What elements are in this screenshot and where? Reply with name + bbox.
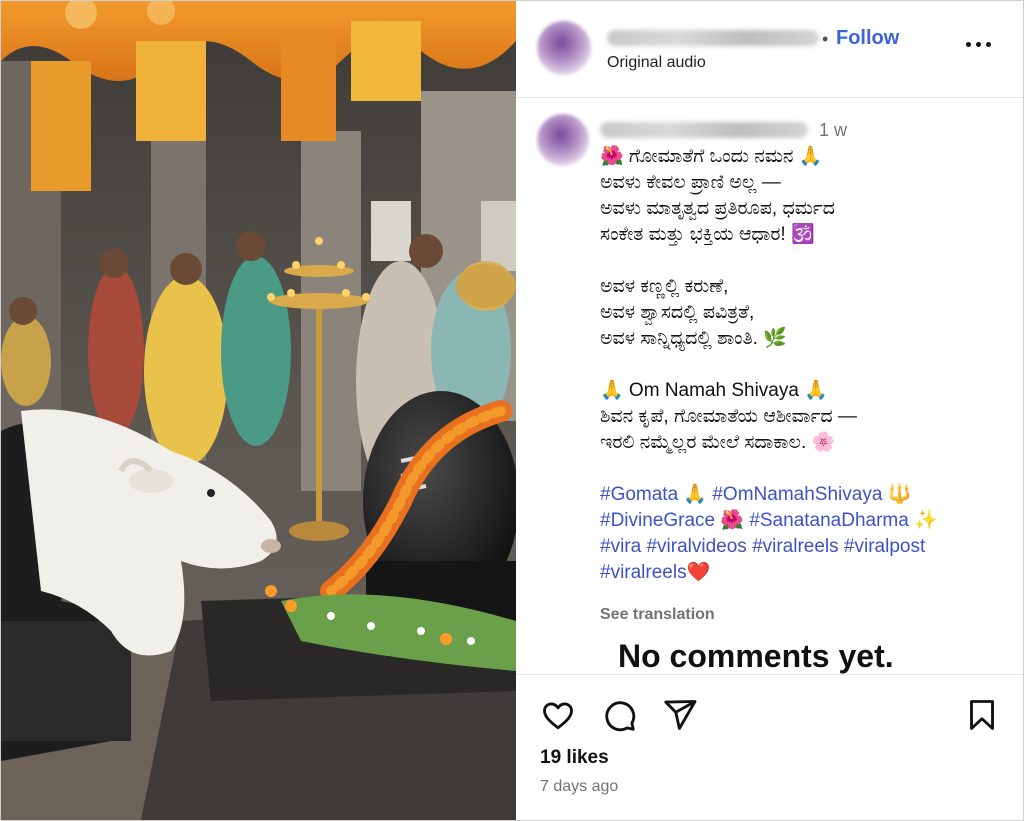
author-username-blurred[interactable]	[607, 30, 819, 46]
hashtag-line[interactable]: #DivineGrace 🌺 #SanatanaDharma ✨	[600, 508, 1010, 534]
temple-scene-image	[1, 1, 516, 820]
follow-button[interactable]: Follow	[836, 27, 899, 50]
caption-line: ಶಿವನ ಕೃಪೆ, ಗೋಮಾತೆಯ ಆಶೀರ್ವಾದ —	[600, 406, 857, 427]
caption-line: ಅವಳ ಶ್ವಾಸದಲ್ಲಿ ಪವಿತ್ರತೆ,	[600, 302, 755, 323]
caption-line: ಅವಳ ಸಾನ್ನಿಧ್ಯದಲ್ಲಿ ಶಾಂತಿ. 🌿	[600, 328, 787, 349]
hashtag-line[interactable]: #viralreels❤️	[600, 560, 1010, 586]
post-header: • Follow Original audio	[516, 1, 1023, 98]
heart-icon[interactable]	[540, 697, 576, 733]
see-translation-link[interactable]: See translation	[600, 606, 715, 624]
separator-dot: •	[822, 29, 829, 49]
hashtag-line[interactable]: #Gomata 🙏 #OmNamahShivaya 🔱	[600, 482, 1010, 508]
share-icon[interactable]	[662, 697, 698, 733]
comment-icon[interactable]	[601, 697, 637, 733]
post-frame: • Follow Original audio 1 w 🌺 ಗೋಮಾತೆಗೆ ಒ…	[0, 0, 1024, 821]
author-avatar[interactable]	[537, 21, 591, 75]
post-actions-bar: 19 likes 7 days ago	[516, 674, 1023, 820]
caption-text: 🌺 ಗೋಮಾತೆಗೆ ಒಂದು ನಮನ 🙏 ಅವಳು ಕೇವಲ ಪ್ರಾಣಿ ಅ…	[600, 144, 1010, 586]
original-audio-link[interactable]: Original audio	[607, 54, 706, 72]
post-time: 1 w	[819, 120, 848, 140]
caption-line: 🙏 Om Namah Shivaya 🙏	[600, 380, 828, 401]
caption-line: ಅವಳು ಮಾತೃತ್ವದ ಪ್ರತಿರೂಪ, ಧರ್ಮದ	[600, 198, 835, 219]
caption-line: ಅವಳು ಕೇವಲ ಪ್ರಾಣಿ ಅಲ್ಲ —	[600, 172, 781, 193]
likes-count[interactable]: 19 likes	[540, 747, 609, 769]
post-video[interactable]	[1, 1, 516, 820]
caption-line: 🌺 ಗೋಮಾತೆಗೆ ಒಂದು ನಮನ 🙏	[600, 146, 823, 167]
caption-line: ಸಂಕೇತ ಮತ್ತು ಭಕ್ತಿಯ ಆಧಾರ! 🕉️	[600, 224, 815, 245]
hashtag-line[interactable]: #vira #viralvideos #viralreels #viralpos…	[600, 534, 1010, 560]
more-options-icon[interactable]	[966, 39, 994, 49]
caption-author-avatar[interactable]	[537, 114, 589, 166]
caption-line: ಇರಲಿ ನಮ್ಮೆಲ್ಲರ ಮೇಲೆ ಸದಾಕಾಲ. 🌸	[600, 432, 836, 453]
bookmark-icon[interactable]	[964, 697, 1000, 733]
caption-line: ಅವಳ ಕಣ್ಣಲ್ಲಿ ಕರುಣೆ,	[600, 276, 729, 297]
caption-section: 1 w 🌺 ಗೋಮಾತೆಗೆ ಒಂದು ನಮನ 🙏 ಅವಳು ಕೇವಲ ಪ್ರಾ…	[516, 98, 1023, 674]
no-comments-message: No comments yet.	[618, 638, 894, 674]
posted-time-ago: 7 days ago	[540, 778, 619, 795]
caption-author-username-blurred[interactable]	[600, 122, 808, 138]
post-details-panel: • Follow Original audio 1 w 🌺 ಗೋಮಾತೆಗೆ ಒ…	[516, 1, 1023, 820]
